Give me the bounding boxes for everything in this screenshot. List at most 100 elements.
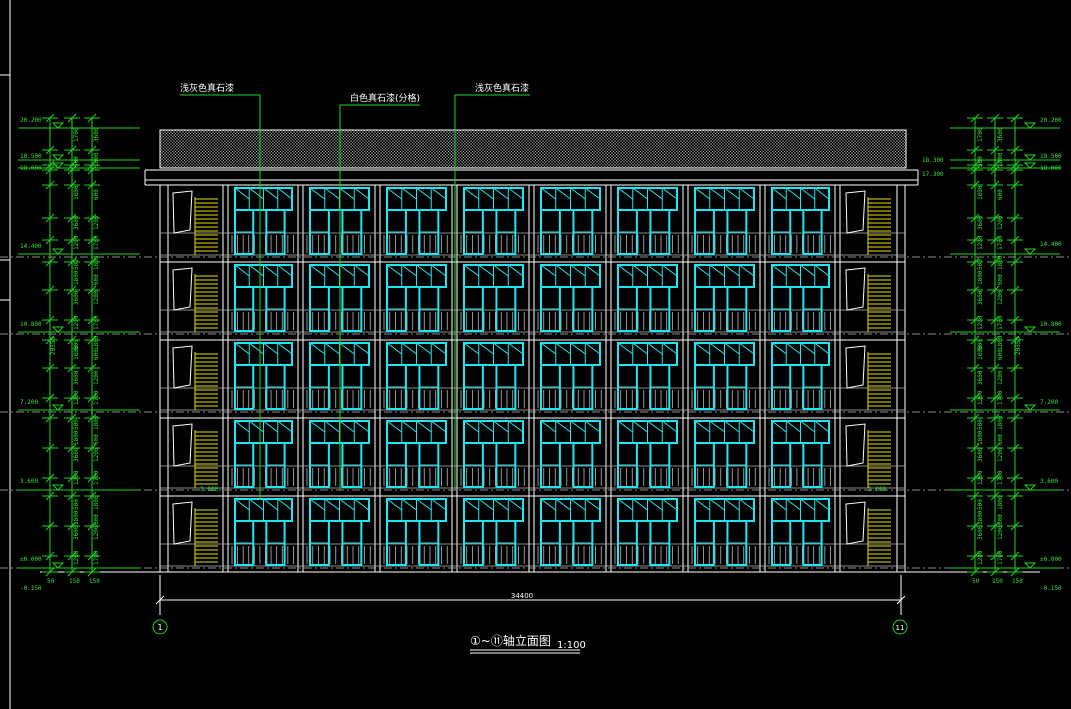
stair-window — [172, 501, 193, 545]
stair-mark-right: 3.600 — [868, 486, 886, 493]
stair-window — [845, 345, 866, 389]
level-triangle — [51, 122, 65, 129]
floor-dim-right: 1200 — [997, 290, 1004, 305]
window-opening-mark — [661, 420, 678, 433]
floor-dim-left: 1200 — [93, 215, 100, 230]
stair-window — [845, 267, 866, 311]
stair-mark-left: 3.600 — [200, 486, 218, 493]
window-opening-mark — [401, 420, 417, 433]
level-triangle — [1023, 248, 1037, 255]
floor-dim-right: 1200 — [997, 525, 1004, 540]
window-opening-mark — [324, 342, 340, 355]
window-opening-mark — [661, 264, 678, 277]
window-opening-mark — [647, 420, 663, 433]
window-opening-mark — [324, 498, 340, 511]
window-opening-mark — [416, 342, 432, 355]
total-height-left: 20350 — [50, 337, 57, 355]
window-opening-mark — [632, 342, 648, 355]
window-opening-mark — [570, 187, 586, 200]
building-facade — [0, 184, 1071, 572]
window-opening-mark — [277, 342, 293, 355]
floor-dim-right: 500 — [977, 259, 984, 270]
floor-dim-left: 1200 — [73, 390, 80, 405]
floor-dim-right: 1800 — [977, 510, 984, 525]
elev-right-1: 18.500 — [1040, 153, 1062, 160]
floor-dim-right: 1200 — [977, 315, 984, 330]
floor-dim-right: 600 — [997, 514, 1004, 525]
level-triangle — [51, 562, 65, 569]
elev-right-3: 14.400 — [1040, 241, 1062, 248]
window-opening-mark — [507, 420, 524, 433]
bottom-dim-right: 50 — [972, 578, 980, 585]
window-opening-mark — [416, 420, 432, 433]
stair-window — [172, 190, 193, 234]
window-opening-mark — [694, 420, 711, 433]
window-opening-mark — [478, 420, 494, 433]
window-opening-mark — [800, 420, 816, 433]
window-opening-mark — [814, 498, 830, 511]
floor-dim-left: 1800 — [73, 345, 80, 360]
window-opening-mark — [694, 342, 711, 355]
window-opening-mark — [248, 498, 264, 511]
window-opening-mark — [324, 420, 340, 433]
floor-dim-left: 1800 — [93, 152, 100, 167]
window-opening-mark — [416, 498, 432, 511]
window-opening-mark — [493, 498, 509, 511]
window-opening-mark — [493, 420, 509, 433]
floor-dim-right: 1200 — [977, 470, 984, 485]
elev-left-3: 14.400 — [20, 243, 42, 250]
window-opening-mark — [309, 342, 326, 355]
floor-dim-left: 3600 — [73, 215, 80, 230]
window-opening-mark — [353, 420, 370, 433]
window-opening-mark — [814, 187, 830, 200]
level-triangle — [1023, 154, 1037, 161]
floor-dim-right: 600 — [997, 349, 1004, 360]
floor-dim-left: 3600 — [73, 370, 80, 385]
window-opening-mark — [386, 264, 403, 277]
window-opening-mark — [555, 420, 571, 433]
window-opening-mark — [309, 498, 326, 511]
window-opening-mark — [386, 420, 403, 433]
floor-dim-left: 1700 — [93, 470, 100, 485]
window-opening-mark — [570, 342, 586, 355]
floor-dim-left: 1200 — [73, 315, 80, 330]
window-opening-mark — [248, 342, 264, 355]
elev-right-4: 10.800 — [1040, 321, 1062, 328]
floor-dim-left: 1800 — [73, 185, 80, 200]
window-opening-mark — [478, 342, 494, 355]
roof-parapet — [159, 129, 907, 169]
floor-dim-right: 1800 — [997, 255, 1004, 270]
bottom-dim-right: 150 — [1012, 578, 1023, 585]
window-opening-mark — [324, 264, 340, 277]
floor-dim-right: 1800 — [977, 185, 984, 200]
window-opening-mark — [738, 187, 755, 200]
floor-dim-left: 500 — [73, 156, 80, 167]
window-opening-mark — [647, 342, 663, 355]
window-opening-mark — [430, 264, 447, 277]
window-opening-mark — [309, 187, 326, 200]
window-opening-mark — [724, 498, 740, 511]
window-opening-mark — [555, 187, 571, 200]
window-opening-mark — [353, 498, 370, 511]
window-opening-mark — [724, 187, 740, 200]
window-opening-mark — [463, 420, 480, 433]
floor-dim-left: 1200 — [93, 447, 100, 462]
window-opening-mark — [277, 264, 293, 277]
window-opening-mark — [709, 264, 725, 277]
window-opening-mark — [800, 264, 816, 277]
elev-left-0: 20.200 — [20, 117, 42, 124]
window-opening-mark — [309, 420, 326, 433]
floor-dim-right: 1800 — [997, 335, 1004, 350]
left-dimension-chain: 1700 3600500 18003600 12001800 6001200 170050… — [18, 113, 140, 585]
window-opening-mark — [632, 264, 648, 277]
window-opening-mark — [771, 498, 787, 511]
floor-dim-left: 600 — [93, 189, 100, 200]
window-opening-mark — [493, 342, 509, 355]
window-opening-mark — [709, 342, 725, 355]
window-opening-mark — [339, 342, 355, 355]
floor-dim-left: 1700 — [93, 315, 100, 330]
window-opening-mark — [263, 342, 279, 355]
floor-dim-left: 600 — [93, 274, 100, 285]
level-triangle — [1023, 562, 1037, 569]
window-opening-mark — [478, 187, 494, 200]
